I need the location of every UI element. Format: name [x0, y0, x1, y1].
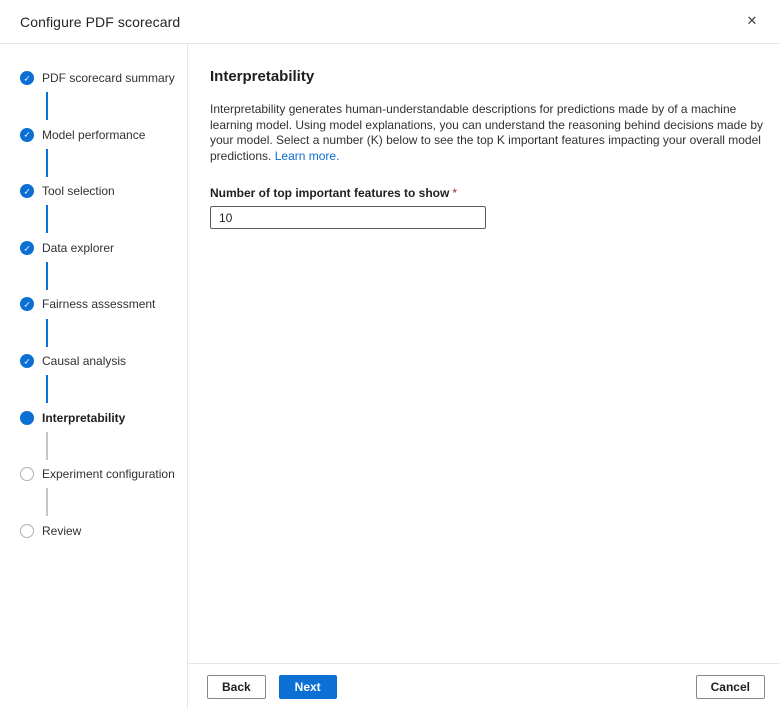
- main-panel: Interpretability Interpretability genera…: [188, 44, 780, 709]
- stepper: ✓ PDF scorecard summary ✓ Model performance…: [0, 44, 188, 709]
- step-label: Model performance: [42, 128, 145, 142]
- step-connector-line: [46, 319, 48, 347]
- dialog-header: Configure PDF scorecard ✕: [0, 0, 780, 44]
- check-icon: ✓: [23, 301, 30, 310]
- cancel-button[interactable]: Cancel: [696, 675, 765, 699]
- dialog-body: ✓ PDF scorecard summary ✓ Model performance…: [0, 44, 780, 709]
- step-complete-check-icon: ✓: [20, 184, 34, 198]
- check-icon: ✓: [23, 187, 30, 196]
- top-features-label: Number of top important features to show…: [210, 186, 768, 200]
- stepper-step-interpretability[interactable]: Interpretability: [20, 408, 179, 428]
- next-button[interactable]: Next: [279, 675, 337, 699]
- step-label: Interpretability: [42, 411, 125, 425]
- dialog-footer: Back Next Cancel: [188, 663, 780, 709]
- check-icon: ✓: [23, 131, 30, 140]
- close-icon[interactable]: ✕: [738, 8, 766, 36]
- stepper-step-tool-selection[interactable]: ✓ Tool selection: [20, 181, 179, 201]
- back-button[interactable]: Back: [207, 675, 266, 699]
- stepper-step-model-performance[interactable]: ✓ Model performance: [20, 125, 179, 145]
- step-label: Experiment configuration: [42, 467, 175, 481]
- stepper-step-causal-analysis[interactable]: ✓ Causal analysis: [20, 351, 179, 371]
- stepper-step-pdf-scorecard-summary[interactable]: ✓ PDF scorecard summary: [20, 68, 179, 88]
- page-title: Interpretability: [210, 68, 768, 85]
- step-complete-check-icon: ✓: [20, 128, 34, 142]
- step-label: Data explorer: [42, 241, 114, 255]
- check-icon: ✓: [23, 74, 30, 83]
- step-label: Review: [42, 524, 81, 538]
- interpretability-step-content: Interpretability Interpretability genera…: [188, 44, 780, 663]
- step-label: Fairness assessment: [42, 297, 155, 311]
- stepper-step-data-explorer[interactable]: ✓ Data explorer: [20, 238, 179, 258]
- top-features-input[interactable]: [210, 206, 486, 229]
- configure-pdf-scorecard-dialog: Configure PDF scorecard ✕ ✓ PDF scorecard…: [0, 0, 780, 709]
- step-connector-line: [46, 149, 48, 177]
- stepper-step-review[interactable]: Review: [20, 521, 179, 541]
- step-connector-line: [46, 488, 48, 516]
- step-connector-line: [46, 375, 48, 403]
- step-upcoming-circle-icon: [20, 467, 34, 481]
- step-complete-check-icon: ✓: [20, 297, 34, 311]
- learn-more-link[interactable]: Learn more.: [275, 149, 340, 163]
- step-label: Causal analysis: [42, 354, 126, 368]
- step-complete-check-icon: ✓: [20, 71, 34, 85]
- dialog-title: Configure PDF scorecard: [20, 14, 180, 30]
- step-upcoming-circle-icon: [20, 524, 34, 538]
- step-connector-line: [46, 262, 48, 290]
- interpretability-description: Interpretability generates human-underst…: [210, 102, 768, 164]
- step-connector-line: [46, 432, 48, 460]
- step-label: PDF scorecard summary: [42, 71, 175, 85]
- step-connector-line: [46, 205, 48, 233]
- check-icon: ✓: [23, 244, 30, 253]
- stepper-step-experiment-configuration[interactable]: Experiment configuration: [20, 464, 179, 484]
- stepper-step-fairness-assessment[interactable]: ✓ Fairness assessment: [20, 294, 179, 314]
- step-complete-check-icon: ✓: [20, 241, 34, 255]
- step-complete-check-icon: ✓: [20, 354, 34, 368]
- step-current-dot-icon: [20, 411, 34, 425]
- step-label: Tool selection: [42, 184, 115, 198]
- required-asterisk: *: [452, 186, 457, 200]
- check-icon: ✓: [23, 357, 30, 366]
- step-connector-line: [46, 92, 48, 120]
